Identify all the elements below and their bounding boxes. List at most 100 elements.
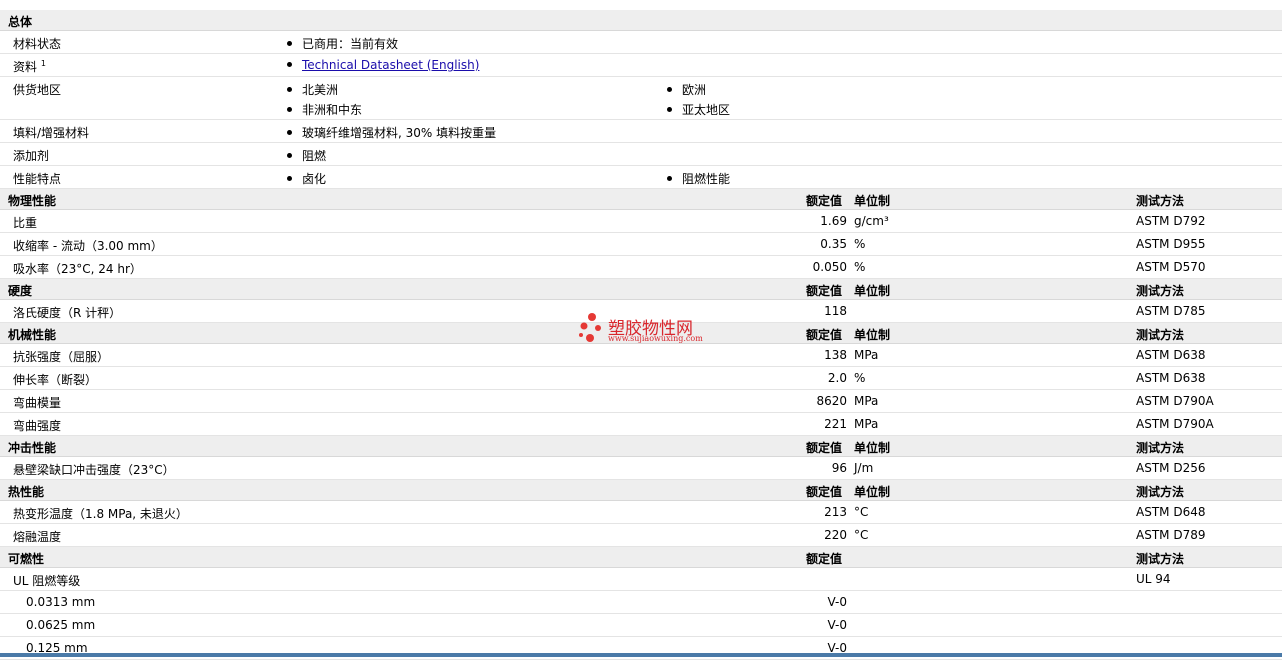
section-title: 机械性能 xyxy=(8,328,57,342)
row-method: ASTM D638 xyxy=(1136,348,1206,362)
row-label: 抗张强度（屈服） xyxy=(13,350,110,364)
row-method: ASTM D648 xyxy=(1136,505,1206,519)
row-label: 熔融温度 xyxy=(13,530,62,544)
column-header-unit: 单位制 xyxy=(854,194,891,208)
column-header-method: 测试方法 xyxy=(1136,284,1185,298)
bullet-icon xyxy=(287,107,292,112)
table-row: UL 阻燃等级 UL 94 xyxy=(0,568,1282,591)
row-unit: °C xyxy=(854,528,869,542)
list-item: 玻璃纤维增强材料, 30% 填料按重量 xyxy=(287,124,496,141)
footnote-marker: 1 xyxy=(40,59,46,68)
row-value: 221 xyxy=(824,417,847,431)
column-header-unit: 单位制 xyxy=(854,284,891,298)
row-unit: % xyxy=(854,260,866,274)
column-header-nominal: 额定值 xyxy=(806,552,843,566)
list-item: 欧洲 xyxy=(667,81,706,98)
section-title: 可燃性 xyxy=(8,552,45,566)
row-unit: g/cm³ xyxy=(854,214,889,228)
column-header-nominal: 额定值 xyxy=(806,194,843,208)
bullet-icon xyxy=(287,87,292,92)
table-row: 添加剂 阻燃 xyxy=(0,143,1282,166)
row-value: 96 xyxy=(831,461,847,475)
row-method: ASTM D955 xyxy=(1136,237,1206,251)
row-label: 悬壁梁缺口冲击强度（23°C） xyxy=(13,463,175,477)
row-label: 添加剂 xyxy=(13,149,50,163)
row-method: ASTM D638 xyxy=(1136,371,1206,385)
column-header-method: 测试方法 xyxy=(1136,194,1185,208)
row-value: V-0 xyxy=(827,618,847,632)
section-header-impact: 冲击性能 额定值 单位制 测试方法 xyxy=(0,436,1282,457)
column-header-method: 测试方法 xyxy=(1136,552,1185,566)
row-unit: % xyxy=(854,237,866,251)
table-row: 0.0313 mm V-0 xyxy=(0,591,1282,614)
row-value: 220 xyxy=(824,528,847,542)
table-row: 材料状态 已商用：当前有效 xyxy=(0,31,1282,54)
datasheet-link[interactable]: Technical Datasheet (English) xyxy=(302,58,479,72)
row-label: 收缩率 - 流动（3.00 mm） xyxy=(13,239,163,253)
column-header-nominal: 额定值 xyxy=(806,328,843,342)
row-unit: MPa xyxy=(854,417,879,431)
table-row: 资料 1 Technical Datasheet (English) xyxy=(0,54,1282,77)
row-method: ASTM D570 xyxy=(1136,260,1206,274)
row-unit: MPa xyxy=(854,394,879,408)
table-row: 熔融温度 220 °C ASTM D789 xyxy=(0,524,1282,547)
row-label: 弯曲强度 xyxy=(13,419,62,433)
list-item: 卤化 xyxy=(287,170,326,187)
column-header-method: 测试方法 xyxy=(1136,441,1185,455)
section-title: 热性能 xyxy=(8,485,45,499)
bullet-icon xyxy=(287,62,292,67)
row-method: ASTM D789 xyxy=(1136,528,1206,542)
section-title: 总体 xyxy=(8,15,33,29)
table-row: 伸长率（断裂） 2.0 % ASTM D638 xyxy=(0,367,1282,390)
table-row: 热变形温度（1.8 MPa, 未退火） 213 °C ASTM D648 xyxy=(0,501,1282,524)
section-header-hardness: 硬度 额定值 单位制 测试方法 xyxy=(0,279,1282,300)
bullet-icon xyxy=(667,87,672,92)
list-item: 非洲和中东 xyxy=(287,101,362,118)
table-row: 吸水率（23°C, 24 hr） 0.050 % ASTM D570 xyxy=(0,256,1282,279)
row-label: 性能特点 xyxy=(13,172,62,186)
row-value: 1.69 xyxy=(820,214,847,228)
column-header-unit: 单位制 xyxy=(854,328,891,342)
row-label: 供货地区 xyxy=(13,83,62,97)
table-row: 比重 1.69 g/cm³ ASTM D792 xyxy=(0,210,1282,233)
column-header-method: 测试方法 xyxy=(1136,485,1185,499)
list-item: 北美洲 xyxy=(287,81,338,98)
table-row: 收缩率 - 流动（3.00 mm） 0.35 % ASTM D955 xyxy=(0,233,1282,256)
row-label: 填料/增强材料 xyxy=(13,126,90,140)
row-label: 材料状态 xyxy=(13,37,62,51)
row-value: 138 xyxy=(824,348,847,362)
row-unit: J/m xyxy=(854,461,874,475)
table-row: 性能特点 卤化 阻燃性能 xyxy=(0,166,1282,189)
top-spacer xyxy=(0,0,1282,10)
column-header-method: 测试方法 xyxy=(1136,328,1185,342)
row-method: ASTM D790A xyxy=(1136,417,1214,431)
column-header-unit: 单位制 xyxy=(854,441,891,455)
list-item: 阻燃性能 xyxy=(667,170,730,187)
watermark-url: www.sujiaowuxing.com xyxy=(608,334,703,343)
bullet-icon xyxy=(287,41,292,46)
logo-dots-icon xyxy=(579,313,601,342)
row-label: UL 阻燃等级 xyxy=(13,574,81,588)
section-header-thermal: 热性能 额定值 单位制 测试方法 xyxy=(0,480,1282,501)
row-value: 0.050 xyxy=(812,260,847,274)
column-header-nominal: 额定值 xyxy=(806,284,843,298)
row-method: ASTM D785 xyxy=(1136,304,1206,318)
section-title: 硬度 xyxy=(8,284,33,298)
section-header-general: 总体 xyxy=(0,10,1282,31)
list-item: 已商用：当前有效 xyxy=(287,35,398,52)
row-label: 弯曲模量 xyxy=(13,396,62,410)
bullet-icon xyxy=(287,130,292,135)
section-header-physical: 物理性能 额定值 单位制 测试方法 xyxy=(0,189,1282,210)
bottom-bar xyxy=(0,653,1282,657)
list-item: 阻燃 xyxy=(287,147,326,164)
column-header-nominal: 额定值 xyxy=(806,485,843,499)
row-value: 213 xyxy=(824,505,847,519)
section-title: 物理性能 xyxy=(8,194,57,208)
row-value: 0.35 xyxy=(820,237,847,251)
bullet-icon xyxy=(287,153,292,158)
table-row: 悬壁梁缺口冲击强度（23°C） 96 J/m ASTM D256 xyxy=(0,457,1282,480)
row-method: UL 94 xyxy=(1136,572,1171,586)
watermark-logo: 塑胶物性网 www.sujiaowuxing.com xyxy=(578,312,728,348)
row-label: 0.0625 mm xyxy=(26,618,96,632)
row-label: 0.0313 mm xyxy=(26,595,96,609)
